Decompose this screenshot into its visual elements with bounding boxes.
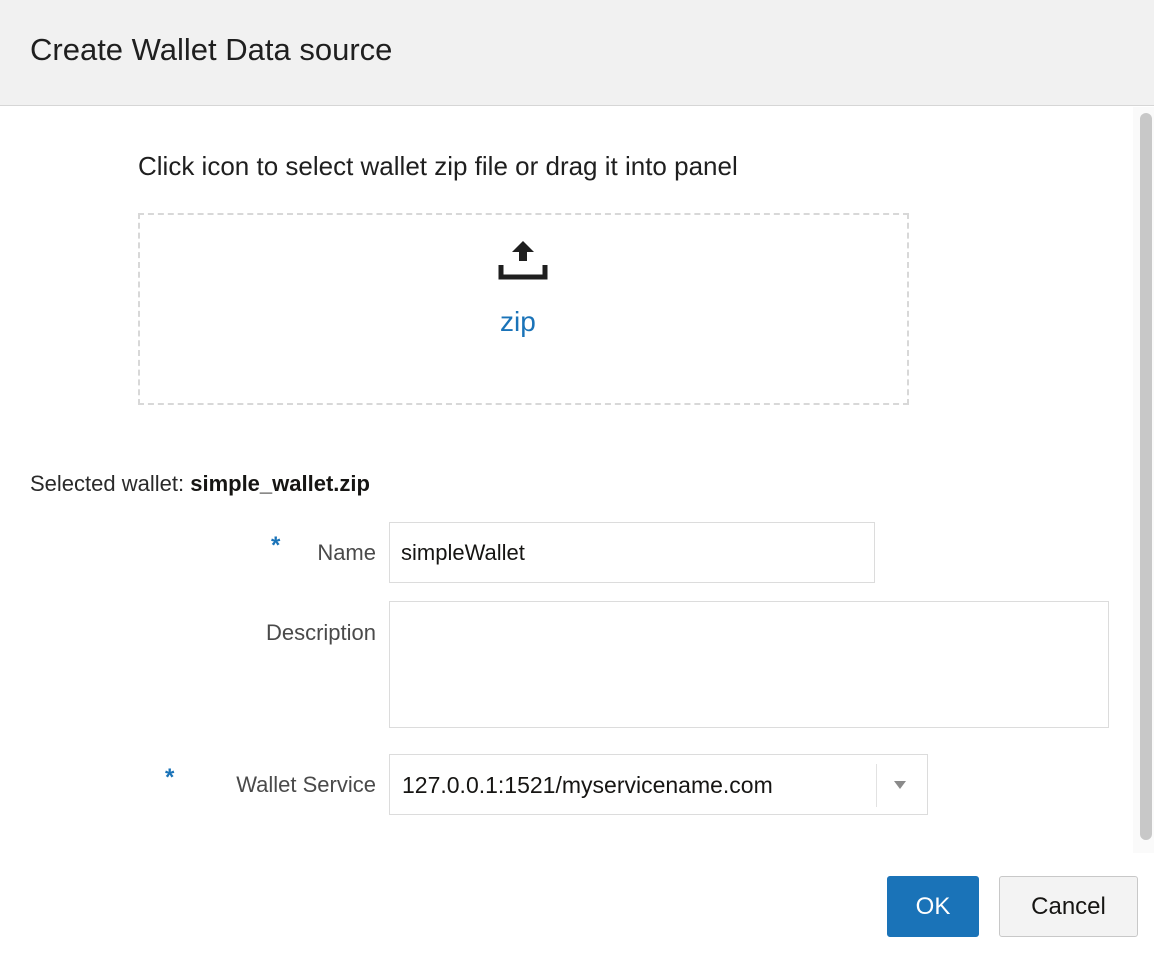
wallet-service-select[interactable]: 127.0.0.1:1521/myservicename.com [389,754,928,815]
cancel-button[interactable]: Cancel [999,876,1138,937]
selected-wallet: Selected wallet: simple_wallet.zip [30,468,370,500]
scrollbar-thumb[interactable] [1140,113,1152,840]
description-label: Description [265,620,376,645]
ok-button[interactable]: OK [887,876,979,937]
select-divider [876,764,877,807]
upload-instruction: Click icon to select wallet zip file or … [138,151,738,181]
wallet-service-required-marker: * [165,764,175,791]
dialog-header: Create Wallet Data source [0,0,1154,106]
zip-link[interactable]: zip [500,304,536,340]
name-required-marker: * [271,532,281,559]
chevron-down-icon[interactable] [894,781,906,789]
wallet-service-label: Wallet Service [236,772,376,797]
selected-wallet-label: Selected wallet: [30,471,185,496]
name-label: Name [317,540,376,565]
create-wallet-dialog: Create Wallet Data source Click icon to … [0,0,1154,961]
description-textarea[interactable] [389,601,1109,728]
selected-wallet-filename: simple_wallet.zip [190,471,370,496]
upload-icon[interactable] [497,240,549,280]
name-input[interactable] [389,522,875,583]
dialog-title: Create Wallet Data source [30,32,393,67]
wallet-service-value: 127.0.0.1:1521/myservicename.com [402,772,773,798]
